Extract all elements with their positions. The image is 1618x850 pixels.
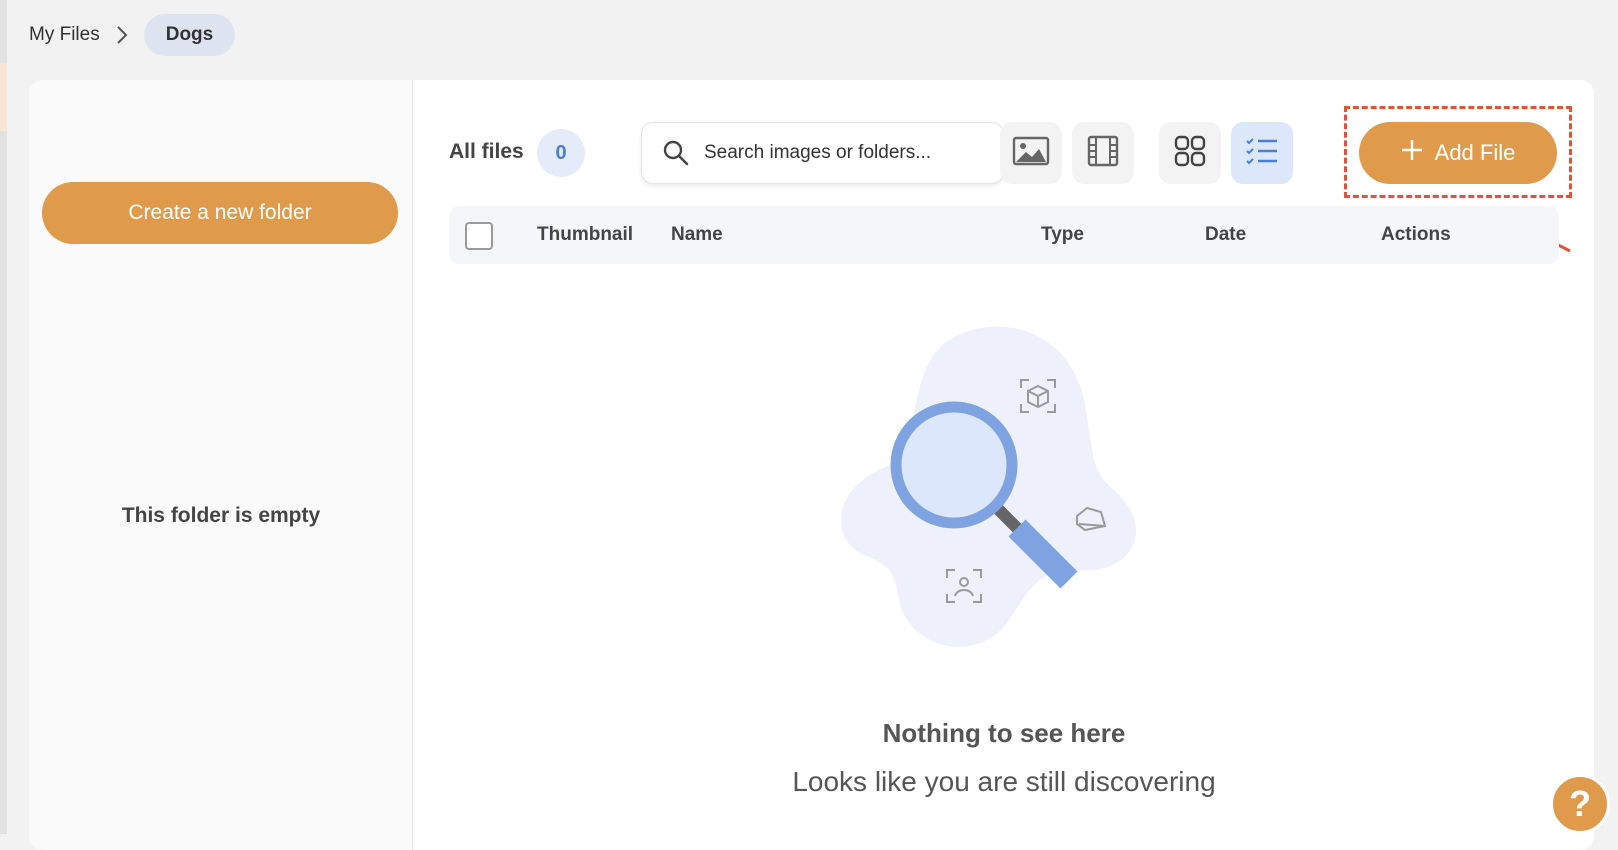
column-type[interactable]: Type	[1041, 224, 1084, 246]
empty-state-title: Nothing to see here	[882, 718, 1126, 748]
video-filter-icon	[1087, 135, 1119, 172]
all-files-label: All files	[449, 140, 524, 163]
highlight-annotation-box	[1344, 106, 1572, 198]
column-name[interactable]: Name	[671, 224, 723, 246]
file-manager-card: Create a new folder This folder is empty…	[29, 80, 1594, 850]
column-thumbnail[interactable]: Thumbnail	[537, 224, 633, 246]
folder-sidebar: Create a new folder This folder is empty	[29, 80, 413, 850]
select-all-checkbox[interactable]	[465, 222, 493, 250]
list-view-icon	[1245, 137, 1279, 170]
help-button[interactable]: ?	[1550, 774, 1610, 834]
grid-view-icon	[1174, 135, 1206, 172]
chevron-right-icon	[108, 25, 136, 45]
table-header: Thumbnail Name Type Date Actions	[449, 206, 1559, 264]
image-filter-icon	[1012, 136, 1050, 171]
column-date[interactable]: Date	[1205, 224, 1246, 246]
create-folder-button[interactable]: Create a new folder	[42, 182, 398, 244]
file-count-badge: 0	[537, 129, 585, 177]
list-view-button[interactable]	[1231, 122, 1293, 184]
video-filter-button[interactable]	[1072, 122, 1134, 184]
empty-state-subtitle: Looks like you are still discovering	[792, 766, 1216, 797]
breadcrumb-my-files[interactable]: My Files	[29, 24, 100, 46]
grid-view-button[interactable]	[1159, 122, 1221, 184]
search-input[interactable]	[704, 142, 994, 164]
breadcrumb-current-folder[interactable]: Dogs	[143, 14, 236, 56]
image-filter-button[interactable]	[1000, 122, 1062, 184]
window-edge-accent	[0, 63, 7, 131]
breadcrumb: My Files Dogs	[29, 14, 236, 56]
sidebar-empty-text: This folder is empty	[121, 504, 321, 527]
column-actions[interactable]: Actions	[1381, 224, 1451, 246]
search-icon	[662, 139, 690, 167]
search-box[interactable]	[641, 122, 1004, 184]
empty-state-illustration	[839, 320, 1159, 655]
